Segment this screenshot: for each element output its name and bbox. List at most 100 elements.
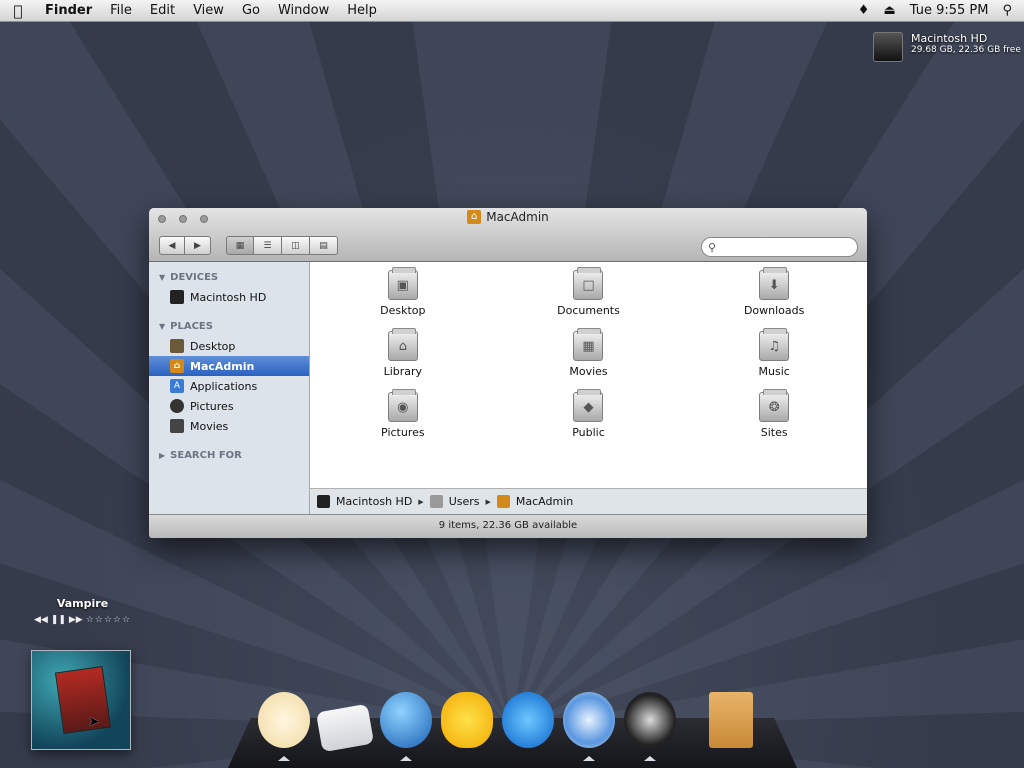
search-input[interactable] [720, 241, 851, 253]
sidebar-item-label: Macintosh HD [190, 290, 267, 304]
file-item-label: Downloads [743, 304, 805, 317]
documents-folder-icon: □ [573, 267, 604, 300]
file-item-label: Sites [760, 426, 788, 439]
hard-drive-icon [170, 290, 184, 304]
view-buttons: ▦ ☰ ◫ ▤ [226, 236, 338, 255]
drive-name: Macintosh HD [911, 32, 988, 45]
next-track-icon[interactable]: ▶▶ [69, 615, 83, 625]
drive-info: 29.68 GB, 22.36 GB free [911, 45, 1021, 55]
apple-menu-icon[interactable]:  [0, 2, 36, 20]
file-item[interactable]: ▦ Movies [496, 328, 682, 378]
home-folder-icon: ⌂ [467, 210, 482, 224]
path-segment[interactable]: MacAdmin [516, 495, 573, 508]
music-folder-icon: ♫ [759, 328, 790, 361]
window-title-text: MacAdmin [486, 210, 549, 224]
running-indicator [400, 756, 412, 761]
sidebar: ▼ DEVICES Macintosh HD ▼ PLACES Desktop ⌂ M… [149, 262, 310, 514]
mail-icon[interactable] [315, 703, 375, 753]
file-item-label: Library [383, 365, 423, 378]
window-title: ⌂ MacAdmin [149, 210, 867, 224]
disclosure-triangle-icon[interactable]: ▶ [159, 451, 165, 460]
path-segment[interactable]: Users [449, 495, 480, 508]
running-indicator [644, 756, 656, 761]
previous-track-icon[interactable]: ◀◀ [34, 615, 48, 625]
sidebar-section-places[interactable]: ▼ PLACES [149, 316, 309, 336]
menu-view[interactable]: View [184, 3, 233, 18]
library-folder-icon: ⌂ [387, 328, 418, 361]
togepi-icon[interactable] [258, 692, 310, 761]
spotlight-search-icon[interactable]: ⚲ [1002, 3, 1012, 18]
disclosure-triangle-icon[interactable]: ▼ [159, 322, 165, 331]
disclosure-triangle-icon[interactable]: ▼ [159, 273, 165, 282]
now-playing-widget: Vampire ◀◀ ❚❚ ▶▶ ☆☆☆☆☆ [30, 597, 135, 625]
sidebar-item-desktop[interactable]: Desktop [149, 336, 309, 356]
globe-icon[interactable] [380, 692, 432, 761]
window-titlebar[interactable]: ⌂ MacAdmin ◀ ▶ ▦ ☰ ◫ ▤ ⚲ [149, 208, 867, 262]
sidebar-item-pictures[interactable]: Pictures [149, 396, 309, 416]
camera-icon [170, 399, 184, 413]
finder-window: ⌂ MacAdmin ◀ ▶ ▦ ☰ ◫ ▤ ⚲ ▼ DEVICES Macint… [149, 208, 867, 538]
menu-help[interactable]: Help [338, 3, 386, 18]
file-item-label: Public [572, 426, 605, 439]
itunes-icon[interactable] [563, 692, 615, 761]
icon-view-button[interactable]: ▦ [226, 236, 254, 255]
dock-icons [258, 692, 753, 761]
dvd-player-icon[interactable] [624, 692, 676, 761]
bowtie-menu-icon[interactable]: ♦ [858, 3, 870, 18]
path-segment[interactable]: Macintosh HD [336, 495, 412, 508]
file-item-label: Documents [557, 304, 620, 317]
sidebar-section-search-for[interactable]: ▶ SEARCH FOR [149, 445, 309, 465]
menu-clock[interactable]: Tue 9:55 PM [910, 3, 989, 18]
search-field[interactable]: ⚲ [701, 237, 858, 257]
column-view-button[interactable]: ◫ [282, 236, 310, 255]
running-indicator [583, 756, 595, 761]
rating-stars[interactable]: ☆☆☆☆☆ [86, 615, 131, 625]
quicktime-icon[interactable] [502, 692, 554, 748]
album-art[interactable] [31, 650, 131, 750]
list-view-button[interactable]: ☰ [254, 236, 282, 255]
desktop-icon [170, 339, 184, 353]
search-icon: ⚲ [708, 240, 717, 254]
file-item[interactable]: ◆ Public [496, 389, 682, 439]
downloads-folder-icon: ⬇ [759, 267, 790, 300]
file-browser: ▣ Desktop □ Documents ⬇ Downloads ⌂ Library … [310, 262, 867, 514]
status-bar: 9 items, 22.36 GB available [149, 514, 867, 538]
file-item[interactable]: ⬇ Downloads [681, 267, 867, 317]
file-item[interactable]: ❂ Sites [681, 389, 867, 439]
file-item[interactable]: ⌂ Library [310, 328, 496, 378]
forward-button[interactable]: ▶ [185, 236, 211, 255]
eject-icon[interactable]: ⏏ [883, 3, 895, 18]
menu-window[interactable]: Window [269, 3, 338, 18]
file-item-label: Pictures [381, 426, 425, 439]
users-folder-icon [429, 495, 443, 508]
path-bar: Macintosh HD ▶ Users ▶ MacAdmin [310, 488, 867, 514]
sidebar-item-movies[interactable]: Movies [149, 416, 309, 436]
home-icon [496, 495, 510, 508]
sidebar-item-macadmin[interactable]: ⌂ MacAdmin [149, 356, 309, 376]
menu-finder[interactable]: Finder [36, 3, 101, 18]
section-label: SEARCH FOR [170, 449, 242, 461]
file-item[interactable]: ♫ Music [681, 328, 867, 378]
menu-go[interactable]: Go [233, 3, 269, 18]
desktop-drive-icon[interactable]: Macintosh HD 29.68 GB, 22.36 GB free [873, 32, 1021, 62]
file-item[interactable]: ◉ Pictures [310, 389, 496, 439]
sidebar-item-macintosh-hd[interactable]: Macintosh HD [149, 287, 309, 307]
file-item-label: Desktop [380, 304, 426, 317]
coverflow-view-button[interactable]: ▤ [310, 236, 338, 255]
sidebar-section-devices[interactable]: ▼ DEVICES [149, 267, 309, 287]
pause-icon[interactable]: ❚❚ [51, 615, 66, 625]
desktop-folder-icon: ▣ [387, 267, 418, 300]
file-item[interactable]: ▣ Desktop [310, 267, 496, 317]
section-label: DEVICES [170, 271, 219, 283]
duck-icon[interactable] [441, 692, 493, 748]
menu-edit[interactable]: Edit [141, 3, 184, 18]
path-separator-icon: ▶ [485, 497, 491, 506]
menu-file[interactable]: File [101, 3, 141, 18]
album-cover-image [54, 665, 112, 735]
sidebar-item-label: Movies [190, 419, 229, 433]
sidebar-item-applications[interactable]: A Applications [149, 376, 309, 396]
trash-icon[interactable] [709, 692, 753, 748]
applications-icon: A [170, 379, 184, 393]
back-button[interactable]: ◀ [159, 236, 185, 255]
file-item[interactable]: □ Documents [496, 267, 682, 317]
